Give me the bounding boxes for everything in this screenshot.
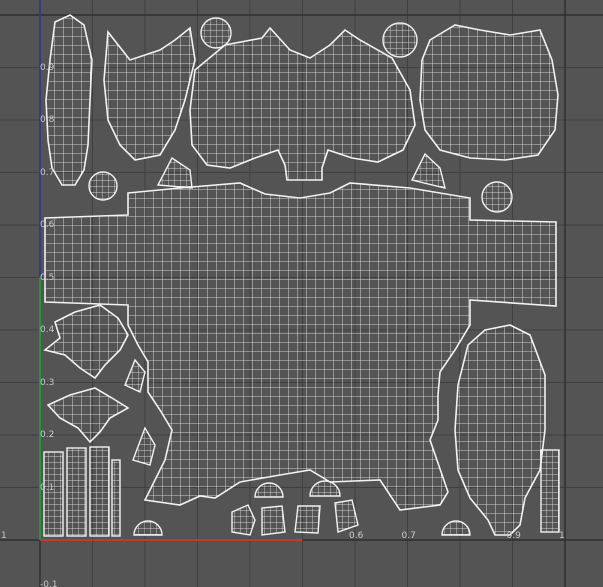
v-tick-label: 0.8 bbox=[40, 115, 55, 125]
u-tick-label: 0.9 bbox=[506, 531, 521, 541]
uv-shell-fan-4[interactable] bbox=[441, 520, 471, 536]
v-tick-label: 0.9 bbox=[40, 62, 55, 73]
uv-shell-finger-strip-4[interactable] bbox=[111, 459, 121, 537]
uv-shell-nail-2[interactable] bbox=[261, 505, 286, 536]
v-tick-label: 0.7 bbox=[40, 167, 55, 178]
uv-shell-eye-1[interactable] bbox=[200, 17, 232, 49]
uv-shell-tooth-4[interactable] bbox=[132, 426, 156, 466]
uv-shell-fin-lower[interactable] bbox=[46, 387, 130, 444]
uv-shell-fan-3[interactable] bbox=[133, 520, 163, 536]
uv-canvas[interactable] bbox=[0, 0, 603, 587]
v-tick-label: 0.5 bbox=[40, 272, 55, 283]
v-tick-label: 0.1 bbox=[40, 482, 55, 493]
u-tick-label: 0.7 bbox=[401, 531, 416, 541]
v-tick-label: 0.3 bbox=[40, 377, 55, 388]
uv-shell-eye-2[interactable] bbox=[382, 22, 418, 58]
uv-shell-fan-1[interactable] bbox=[254, 482, 284, 498]
v-tick-label-bottom: -0.1 bbox=[40, 580, 58, 587]
uv-shell-tooth-2[interactable] bbox=[410, 152, 446, 189]
v-tick-label: 0.2 bbox=[40, 430, 55, 440]
uv-shell-eye-4[interactable] bbox=[481, 181, 513, 213]
uv-shell-nail-1[interactable] bbox=[231, 504, 256, 536]
v-tick-label: 0.6 bbox=[40, 220, 55, 230]
u-tick-label: 0.6 bbox=[349, 531, 364, 541]
uv-shell-fan-2[interactable] bbox=[309, 480, 341, 497]
uv-shell-shoulder-left[interactable] bbox=[103, 26, 196, 161]
origin-label: 1 bbox=[1, 531, 7, 541]
uv-shell-back-plate[interactable] bbox=[419, 24, 559, 161]
uv-shell-fin-upper[interactable] bbox=[43, 304, 129, 380]
uv-shell-finger-strip-1[interactable] bbox=[43, 451, 64, 537]
uv-shell-nail-3[interactable] bbox=[294, 505, 321, 534]
uv-shell-arm-strip[interactable] bbox=[45, 14, 93, 186]
uv-shell-tooth-3[interactable] bbox=[124, 358, 146, 393]
uv-editor-viewport[interactable]: 0.6 0.7 0.9 1 0.1 0.2 0.3 0.4 0.5 0.6 0.7 0.8 0.9 1 -0… bbox=[0, 0, 603, 587]
uv-shell-leg[interactable] bbox=[454, 324, 546, 536]
uv-shell-finger-strip-2[interactable] bbox=[66, 447, 87, 537]
uv-shell-toe-strip[interactable] bbox=[540, 449, 560, 533]
u-tick-label: 1 bbox=[559, 531, 565, 541]
uv-shell-finger-strip-3[interactable] bbox=[89, 446, 110, 537]
v-tick-label: 0.4 bbox=[40, 325, 55, 335]
uv-shell-eye-3[interactable] bbox=[88, 171, 118, 201]
